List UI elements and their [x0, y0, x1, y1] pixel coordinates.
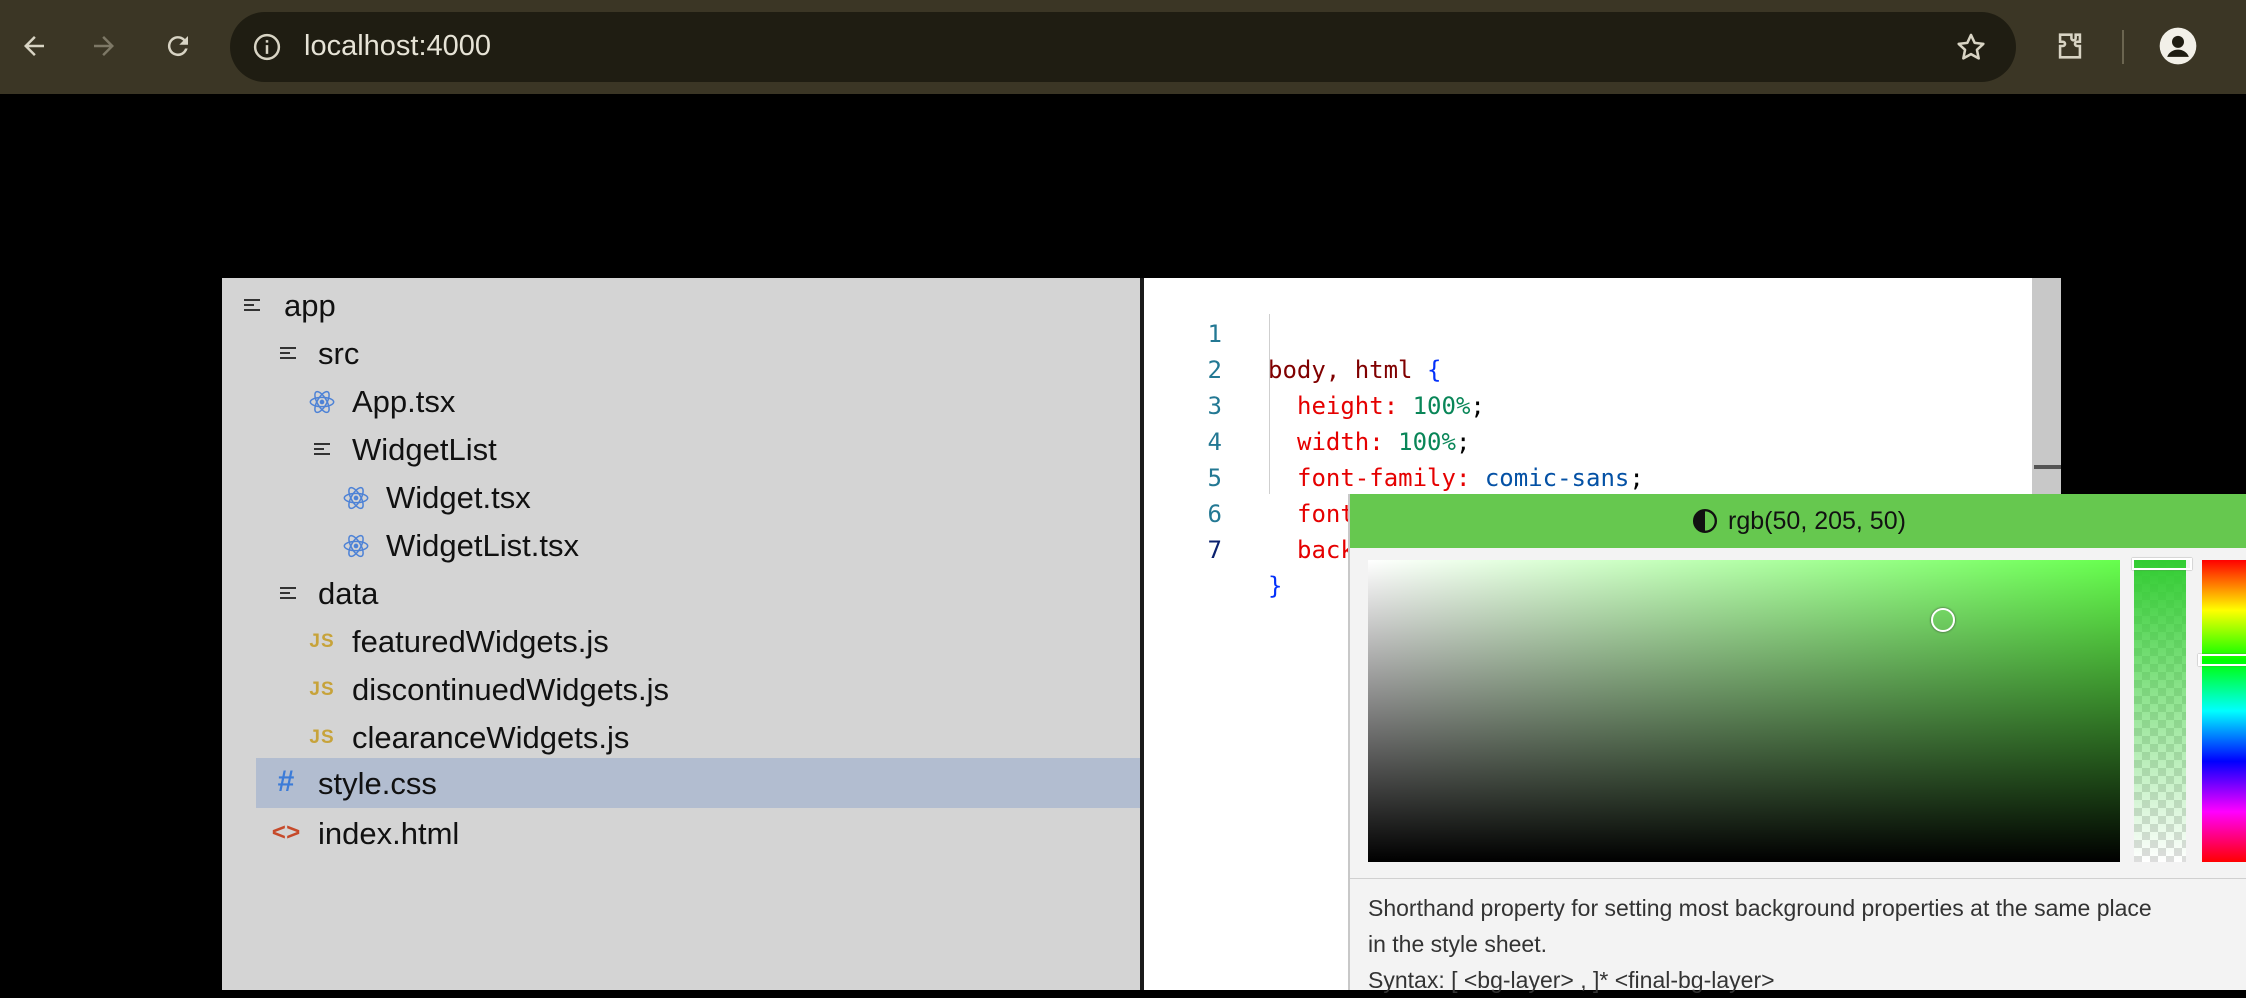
tree-item-widgetlist-folder[interactable]: WidgetList [222, 426, 1140, 474]
folder-lines-icon [274, 580, 302, 608]
tree-item-widget-tsx[interactable]: Widget.tsx [222, 474, 1140, 522]
opacity-slider-handle[interactable] [2132, 558, 2192, 570]
code-line[interactable]: 5 font-size: 1rem; [1144, 424, 2044, 528]
info-icon[interactable] [252, 32, 282, 62]
js-icon: JS [309, 727, 335, 748]
react-icon [308, 388, 336, 416]
tree-item-data[interactable]: data [222, 570, 1140, 618]
tree-item-label: style.css [318, 766, 437, 801]
js-icon: JS [309, 679, 335, 700]
description-text-cont: in the style sheet. [1368, 931, 1547, 957]
description-text: Shorthand property for setting most back… [1368, 895, 2152, 921]
tree-item-src[interactable]: src [222, 330, 1140, 378]
code-line[interactable]: 2 height: 100%; [1144, 316, 2044, 420]
opacity-strip[interactable] [2132, 558, 2192, 862]
tree-item-label: data [318, 576, 379, 611]
address-bar[interactable]: localhost:4000 [230, 12, 2016, 82]
line-number: 7 [1207, 536, 1222, 564]
color-picker-header[interactable]: rgb(50, 205, 50) [1350, 494, 2246, 548]
saturation-box[interactable] [1368, 560, 2120, 862]
star-icon[interactable] [1954, 30, 1988, 64]
tree-item-label: WidgetList [352, 432, 497, 467]
tree-item-label: WidgetList.tsx [386, 528, 579, 563]
picker-separator [1350, 878, 2246, 879]
tree-item-discontinued-widgets[interactable]: JS discontinuedWidgets.js [222, 666, 1140, 714]
profile-icon[interactable] [2156, 24, 2200, 68]
code-line[interactable]: 4 font-family: comic-sans; [1144, 388, 2044, 492]
folder-lines-icon [308, 436, 336, 464]
browser-toolbar: localhost:4000 [0, 0, 2246, 94]
js-icon: JS [309, 631, 335, 652]
color-value-text[interactable]: rgb(50, 205, 50) [1728, 507, 1906, 536]
reload-icon[interactable] [156, 24, 200, 68]
scrollbar-cursor-marker [2034, 465, 2061, 469]
react-icon [342, 484, 370, 512]
hue-strip[interactable] [2198, 560, 2246, 862]
url-text[interactable]: localhost:4000 [304, 30, 491, 63]
toolbar-separator [2122, 30, 2124, 64]
tree-item-app[interactable]: app [222, 282, 1140, 330]
tree-item-label: featuredWidgets.js [352, 624, 609, 659]
extensions-icon[interactable] [2048, 24, 2092, 68]
tree-item-widgetlist-tsx[interactable]: WidgetList.tsx [222, 522, 1140, 570]
folder-lines-icon [238, 292, 266, 320]
saturation-handle[interactable] [1931, 608, 1955, 632]
syntax-text: Syntax: [ <bg-layer> , ]* <final-bg-laye… [1368, 967, 1775, 993]
file-tree: app src App.tsx WidgetList Widget.tsx Wi… [222, 278, 1140, 990]
contrast-icon [1693, 508, 1718, 534]
css-hash-icon: # [277, 765, 295, 798]
indent-guide [1269, 314, 1270, 494]
tree-item-clearance-widgets[interactable]: JS clearanceWidgets.js [222, 714, 1140, 762]
folder-lines-icon [274, 340, 302, 368]
code-line[interactable]: 1 body, html { [1144, 280, 2044, 384]
code-line[interactable]: 6 background: limegreen; [1144, 460, 2044, 564]
code-line[interactable]: 3 width: 100%; [1144, 352, 2044, 456]
tree-item-label: discontinuedWidgets.js [352, 672, 670, 707]
back-arrow-icon[interactable] [12, 24, 56, 68]
editor-scrollbar[interactable] [2032, 278, 2061, 496]
tree-item-label: clearanceWidgets.js [352, 720, 630, 755]
tree-item-label: Widget.tsx [386, 480, 531, 515]
tree-item-label: App.tsx [352, 384, 456, 419]
tree-item-label: index.html [318, 816, 460, 851]
forward-arrow-icon[interactable] [82, 24, 126, 68]
html-icon: <> [271, 820, 301, 848]
color-picker-popup: rgb(50, 205, 50) Shorthand property for … [1348, 494, 2246, 993]
tree-item-featured-widgets[interactable]: JS featuredWidgets.js [222, 618, 1140, 666]
react-icon [342, 532, 370, 560]
hue-slider-handle[interactable] [2198, 654, 2246, 666]
tree-item-app-tsx[interactable]: App.tsx [222, 378, 1140, 426]
tree-item-label: app [284, 288, 336, 323]
tree-item-label: src [318, 336, 360, 371]
close-brace: } [1268, 572, 1283, 600]
tree-item-index-html[interactable]: <> index.html [222, 810, 1140, 858]
tree-item-style-css[interactable]: # style.css [256, 758, 1140, 808]
property-description: Shorthand property for setting most back… [1368, 890, 2246, 998]
